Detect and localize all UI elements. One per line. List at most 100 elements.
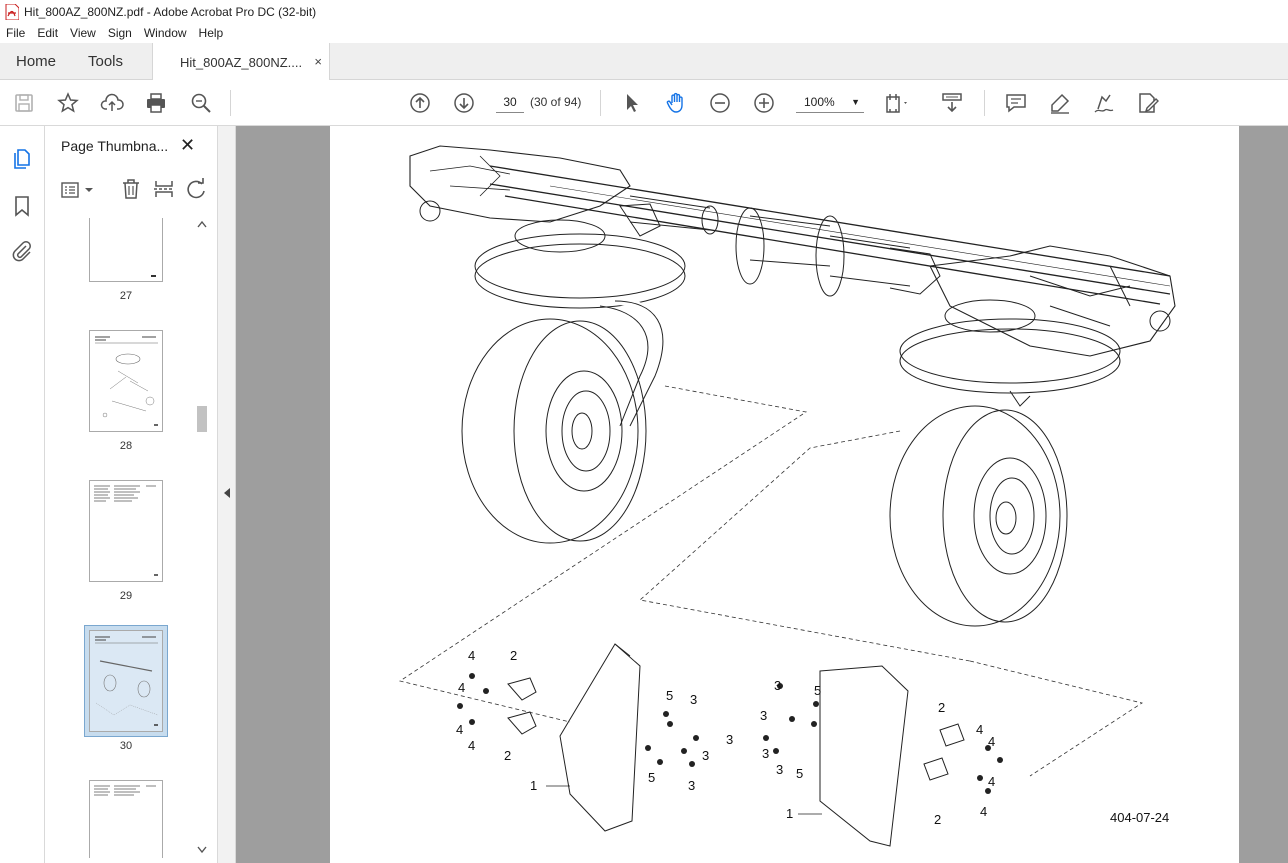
zoom-in-icon[interactable]	[752, 91, 776, 115]
callout-label: 4	[468, 648, 475, 663]
thumbnail-page-selected[interactable]	[89, 630, 163, 732]
sign-icon[interactable]	[1092, 91, 1116, 115]
exploded-parts-diagram: 4 2 4 4 4 2 1 5 3 3 3 5 3 3 5 3 3 3 5 2	[399, 145, 1176, 847]
callout-label: 2	[938, 700, 945, 715]
main-toolbar: 30 (30 of 94) 100% ▼	[0, 80, 1288, 126]
bookmarks-icon[interactable]	[10, 194, 34, 218]
extract-pages-icon[interactable]	[153, 178, 175, 200]
menu-view[interactable]: View	[64, 26, 102, 40]
tab-bar: Home Tools Hit_800AZ_800NZ.... ×	[0, 43, 1288, 81]
scroll-down-icon[interactable]	[197, 846, 207, 854]
collapse-arrow-icon[interactable]	[223, 487, 231, 499]
page-thumbnails-icon[interactable]	[10, 147, 34, 171]
callout-label: 5	[814, 683, 821, 698]
print-icon[interactable]	[144, 91, 168, 115]
rotate-page-icon[interactable]	[185, 178, 207, 200]
callout-label: 3	[726, 732, 733, 747]
menu-help[interactable]: Help	[193, 26, 230, 40]
select-arrow-icon[interactable]	[620, 91, 644, 115]
callout-label: 4	[980, 804, 987, 819]
thumbnail-page-number: 28	[119, 440, 133, 452]
menu-window[interactable]: Window	[138, 26, 193, 40]
toolbar-separator	[984, 90, 985, 116]
callout-label: 2	[504, 748, 511, 763]
figure-id: 404-07-24	[1110, 810, 1170, 825]
menu-bar: File Edit View Sign Window Help	[0, 23, 1288, 43]
callout-label: 4	[976, 722, 983, 737]
callout-label: 5	[666, 688, 673, 703]
thumbnail-page-number: 29	[119, 590, 133, 602]
bookmark-star-icon[interactable]	[56, 91, 80, 115]
callout-label: 4	[458, 680, 465, 695]
scroll-up-icon[interactable]	[197, 220, 207, 228]
callout-label: 1	[786, 806, 793, 821]
callout-label: 5	[648, 770, 655, 785]
thumbnail-scrollbar[interactable]	[195, 218, 209, 858]
thumbnail-page-number: 27	[119, 290, 133, 302]
hand-tool-icon[interactable]	[664, 91, 688, 115]
zoom-out-icon[interactable]	[708, 91, 732, 115]
zoom-level-select[interactable]: 100% ▼	[796, 91, 864, 113]
options-menu-icon[interactable]	[60, 180, 98, 200]
acrobat-pdf-icon	[5, 3, 19, 20]
highlight-icon[interactable]	[1048, 91, 1072, 115]
callout-label: 4	[456, 722, 463, 737]
pdf-page: 4 2 4 4 4 2 1 5 3 3 3 5 3 3 5 3 3 3 5 2	[330, 126, 1239, 863]
thumbnail-list: 27 28 29 30	[45, 218, 195, 858]
title-bar: Hit_800AZ_800NZ.pdf - Adobe Acrobat Pro …	[0, 0, 1288, 23]
panel-toolbar	[45, 168, 218, 208]
thumbnail-page-number: 30	[119, 740, 133, 752]
page-thumbnails-panel: Page Thumbna... ✕ 27 28 29 30	[45, 126, 218, 863]
toolbar-separator	[230, 90, 231, 116]
thumbnail-page[interactable]	[89, 330, 163, 432]
fill-sign-icon[interactable]	[1136, 91, 1160, 115]
panel-title: Page Thumbna...	[61, 138, 169, 154]
tab-home[interactable]: Home	[16, 43, 56, 80]
callout-label: 3	[776, 762, 783, 777]
delete-page-icon[interactable]	[121, 178, 141, 200]
callout-label: 4	[988, 734, 995, 749]
scrollbar-thumb[interactable]	[197, 406, 207, 432]
callout-label: 3	[774, 678, 781, 693]
tab-document-label: Hit_800AZ_800NZ....	[180, 54, 303, 70]
comment-icon[interactable]	[1004, 91, 1028, 115]
callout-label: 1	[530, 778, 537, 793]
callout-label: 3	[702, 748, 709, 763]
callout-label: 3	[690, 692, 697, 707]
tab-tools[interactable]: Tools	[88, 43, 123, 80]
panel-collapse-strip[interactable]	[218, 126, 236, 863]
panel-close-button[interactable]: ✕	[180, 135, 195, 156]
callout-label: 2	[510, 648, 517, 663]
page-count-label: (30 of 94)	[530, 95, 582, 109]
toolbar-separator	[600, 90, 601, 116]
next-page-icon[interactable]	[452, 91, 476, 115]
callout-label: 2	[934, 812, 941, 827]
tab-document[interactable]: Hit_800AZ_800NZ.... ×	[152, 43, 330, 81]
upload-icon[interactable]	[100, 91, 124, 115]
save-icon[interactable]	[12, 91, 36, 115]
scroll-mode-icon[interactable]	[940, 91, 964, 115]
zoom-level-value: 100%	[804, 95, 835, 109]
callout-label: 4	[468, 738, 475, 753]
thumbnail-page[interactable]	[89, 218, 163, 282]
attachments-icon[interactable]	[10, 239, 34, 263]
thumbnail-page[interactable]	[89, 780, 163, 858]
thumbnail-page[interactable]	[89, 480, 163, 582]
callout-label: 4	[988, 774, 995, 789]
menu-edit[interactable]: Edit	[31, 26, 64, 40]
page-number-input[interactable]: 30	[496, 91, 524, 113]
callout-label: 3	[688, 778, 695, 793]
prev-page-icon[interactable]	[408, 91, 432, 115]
callout-label: 3	[762, 746, 769, 761]
callout-label: 5	[796, 766, 803, 781]
window-title: Hit_800AZ_800NZ.pdf - Adobe Acrobat Pro …	[24, 4, 317, 19]
callout-label: 3	[760, 708, 767, 723]
document-viewer[interactable]: 4 2 4 4 4 2 1 5 3 3 3 5 3 3 5 3 3 3 5 2	[236, 126, 1288, 863]
menu-sign[interactable]: Sign	[102, 26, 138, 40]
search-zoom-icon[interactable]	[189, 91, 213, 115]
menu-file[interactable]: File	[0, 26, 31, 40]
left-navigation-rail	[0, 126, 45, 863]
chevron-down-icon: ▼	[851, 97, 860, 107]
fit-page-icon[interactable]	[884, 91, 908, 115]
tab-close-button[interactable]: ×	[314, 54, 322, 69]
